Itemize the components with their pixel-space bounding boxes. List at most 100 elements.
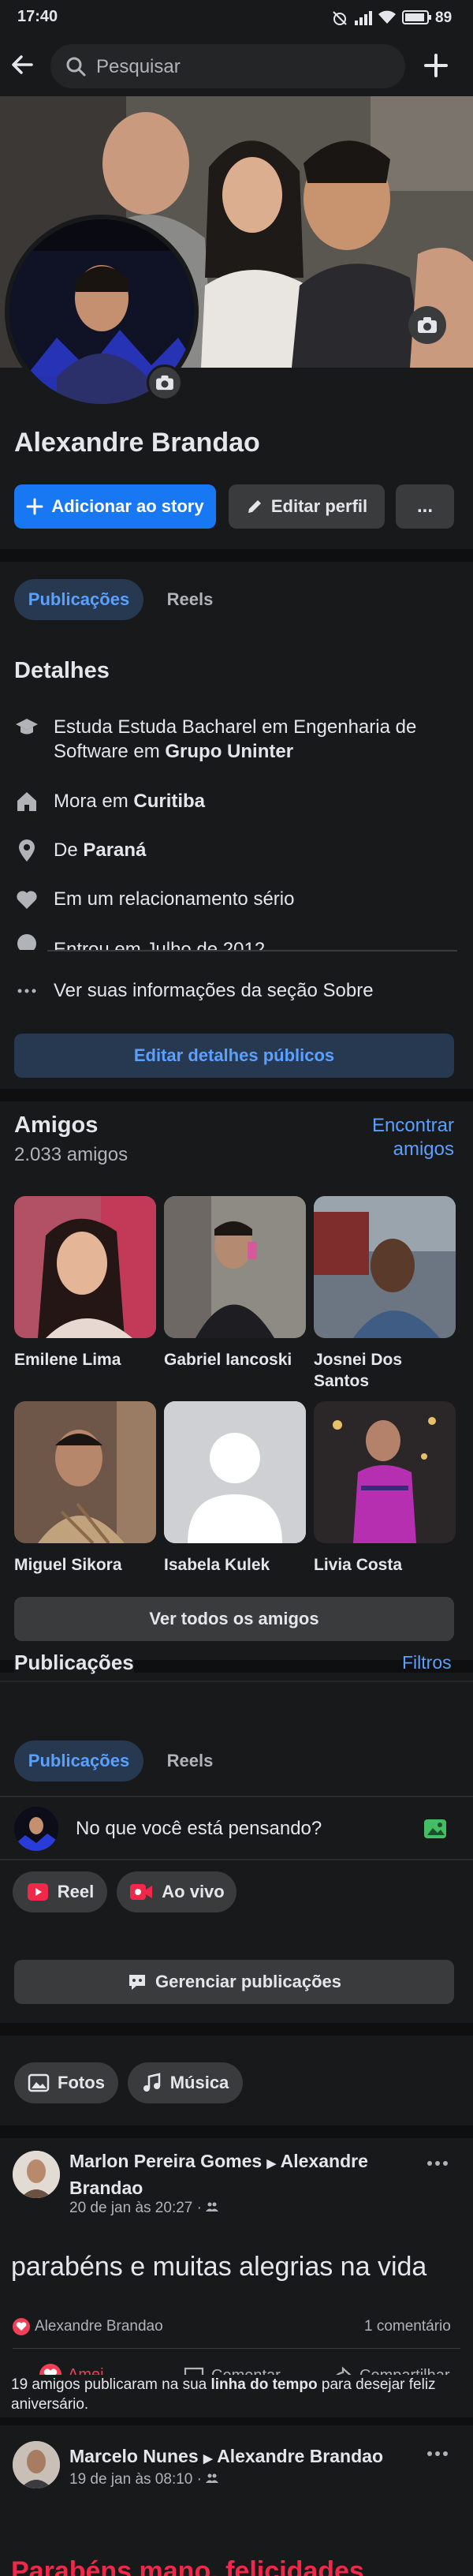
profile-name: Alexandre Brandao bbox=[14, 428, 260, 458]
tab-publicacoes[interactable]: Publicações bbox=[14, 579, 143, 620]
reel-icon bbox=[27, 1883, 48, 1901]
section-divider bbox=[0, 2125, 473, 2138]
search-icon bbox=[65, 55, 87, 81]
tab-publicacoes-feed-label: Publicações bbox=[28, 1751, 130, 1770]
status-time: 17:40 bbox=[17, 8, 58, 25]
photos-label: Fotos bbox=[58, 2073, 105, 2092]
publications-header-divider bbox=[0, 1681, 473, 1682]
friend-name: Miguel Sikora bbox=[14, 1556, 122, 1574]
friend-photo bbox=[314, 1196, 456, 1338]
education-school: Grupo Uninter bbox=[165, 741, 294, 762]
music-note-icon bbox=[143, 2073, 160, 2092]
see-about-label: Ver suas informações da seção Sobre bbox=[54, 980, 374, 1001]
camera-icon bbox=[418, 317, 437, 333]
post-header-text: Marcelo Nunes ▶ Alexandre Brandao bbox=[69, 2444, 416, 2471]
reel-label: Reel bbox=[57, 1882, 95, 1901]
photos-button[interactable]: Fotos bbox=[14, 2062, 118, 2103]
joined-text: Entrou em Julho de 2012 bbox=[54, 939, 266, 950]
live-button[interactable]: Ao vivo bbox=[117, 1871, 236, 1912]
tab-publicacoes-feed[interactable]: Publicações bbox=[14, 1740, 143, 1782]
edit-profile-label: Editar perfil bbox=[270, 496, 368, 516]
post-reactors[interactable]: Alexandre Brandao bbox=[35, 2318, 163, 2335]
friend-card[interactable]: Gabriel Iancoski bbox=[164, 1196, 306, 1370]
post-author-name[interactable]: Marcelo Nunes bbox=[69, 2446, 199, 2466]
friends-count: 2.033 amigos bbox=[14, 1144, 128, 1165]
see-about-link[interactable]: Ver suas informações da seção Sobre bbox=[14, 978, 456, 1004]
from-state: Paraná bbox=[83, 839, 147, 861]
avatar-camera-button[interactable] bbox=[147, 365, 183, 401]
live-label: Ao vivo bbox=[162, 1882, 225, 1901]
add-story-label: Adicionar ao story bbox=[51, 496, 204, 516]
post-target-name[interactable]: Alexandre Brandao bbox=[217, 2446, 383, 2466]
love-reaction-icon bbox=[13, 2318, 30, 2335]
back-arrow-icon[interactable] bbox=[8, 50, 36, 83]
birthday-note: 19 amigos publicaram na sua linha do tem… bbox=[11, 2375, 460, 2414]
find-friends-link[interactable]: Encontrar amigos bbox=[361, 1114, 454, 1161]
post-actions-divider bbox=[13, 2348, 460, 2349]
tab-reels-feed-label: Reels bbox=[166, 1751, 214, 1770]
post-comments-count[interactable]: 1 comentário bbox=[364, 2318, 451, 2335]
signal-icon bbox=[353, 9, 374, 29]
filters-link[interactable]: Filtros bbox=[402, 1652, 452, 1673]
edit-public-details-button[interactable]: Editar detalhes públicos bbox=[14, 1034, 454, 1078]
plus-icon bbox=[26, 498, 43, 515]
from-prefix: De bbox=[54, 839, 84, 861]
detail-from: De Paraná bbox=[14, 838, 456, 863]
post-arrow: ▶ bbox=[266, 2157, 277, 2170]
music-button[interactable]: Música bbox=[128, 2062, 243, 2103]
manage-posts-label: Gerenciar publicações bbox=[155, 1972, 341, 1991]
friend-card[interactable]: Miguel Sikora bbox=[14, 1401, 156, 1576]
post-header-text: Marlon Pereira Gomes ▶ Alexandre Brandao bbox=[69, 2149, 416, 2200]
more-options-button[interactable]: ... bbox=[396, 484, 454, 529]
tab-reels[interactable]: Reels bbox=[155, 579, 225, 620]
live-video-icon bbox=[130, 1884, 153, 1900]
composer-input[interactable]: No que você está pensando? bbox=[76, 1818, 322, 1840]
plus-icon[interactable] bbox=[423, 52, 449, 83]
section-divider bbox=[0, 549, 473, 562]
detail-joined: Entrou em Julho de 2012 bbox=[14, 931, 456, 950]
search-input[interactable]: Pesquisar bbox=[96, 56, 181, 78]
friend-name: Gabriel Iancoski bbox=[164, 1351, 292, 1369]
post-options-icon[interactable] bbox=[426, 2447, 449, 2462]
relationship-text: Em um relacionamento sério bbox=[54, 888, 295, 910]
cover-camera-button[interactable] bbox=[408, 306, 446, 344]
post-options-icon[interactable] bbox=[426, 2157, 449, 2171]
edit-profile-button[interactable]: Editar perfil bbox=[229, 484, 385, 529]
more-label: ... bbox=[416, 495, 433, 517]
birthday-note-timeline[interactable]: linha do tempo bbox=[210, 2376, 317, 2393]
reel-button[interactable]: Reel bbox=[13, 1871, 107, 1912]
friends-audience-icon bbox=[206, 2473, 219, 2483]
post-date: 19 de jan às 08:10 · bbox=[69, 2471, 219, 2488]
friend-photo bbox=[164, 1196, 306, 1338]
search-bar[interactable]: Pesquisar bbox=[50, 44, 405, 88]
friend-card[interactable]: Livia Costa bbox=[314, 1401, 456, 1576]
publications-title: Publicações bbox=[14, 1651, 134, 1675]
see-all-friends-button[interactable]: Ver todos os amigos bbox=[14, 1597, 454, 1641]
tab-reels-feed[interactable]: Reels bbox=[155, 1740, 225, 1782]
default-avatar-icon bbox=[164, 1401, 306, 1543]
post-author-avatar[interactable] bbox=[13, 2441, 60, 2488]
friend-card[interactable]: Emilene Lima bbox=[14, 1196, 156, 1370]
post-author-name[interactable]: Marlon Pereira Gomes bbox=[69, 2151, 262, 2171]
post-text: Parabéns mano, felicidades bbox=[11, 2556, 364, 2576]
manage-posts-icon bbox=[129, 1975, 145, 1990]
friend-photo bbox=[164, 1401, 306, 1543]
tab-publicacoes-label: Publicações bbox=[28, 589, 130, 609]
manage-posts-button[interactable]: Gerenciar publicações bbox=[14, 1960, 454, 2004]
top-bar: Pesquisar bbox=[0, 36, 473, 96]
edit-public-details-label: Editar detalhes públicos bbox=[133, 1045, 335, 1065]
friends-audience-icon bbox=[206, 2202, 219, 2211]
clock-icon bbox=[17, 934, 36, 950]
lives-prefix: Mora em bbox=[54, 791, 134, 812]
friend-name: Emilene Lima bbox=[14, 1351, 121, 1369]
friend-card[interactable]: Josnei Dos Santos bbox=[314, 1196, 456, 1392]
post-card: Marlon Pereira Gomes ▶ Alexandre Brandao… bbox=[0, 2138, 473, 2414]
post-author-avatar[interactable] bbox=[13, 2151, 60, 2198]
from-text: De Paraná bbox=[54, 838, 146, 862]
graduation-cap-icon bbox=[16, 719, 38, 735]
lives-text: Mora em Curitiba bbox=[54, 789, 205, 813]
photo-icon[interactable] bbox=[423, 1816, 449, 1845]
friend-card[interactable]: Isabela Kulek bbox=[164, 1401, 306, 1576]
music-label: Música bbox=[169, 2073, 229, 2092]
add-story-button[interactable]: Adicionar ao story bbox=[14, 484, 216, 529]
